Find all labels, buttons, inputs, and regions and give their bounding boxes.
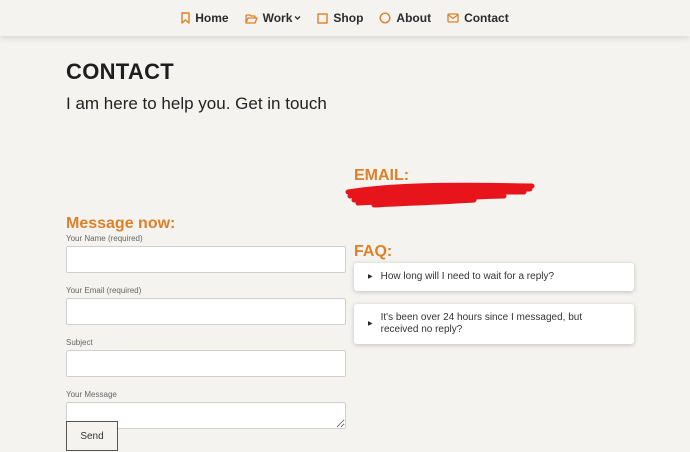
message-label: Your Message [66, 390, 117, 399]
faq-item[interactable]: ▶ How long will I need to wait for a rep… [354, 263, 634, 291]
nav-about-label: About [396, 11, 432, 25]
nav-about[interactable]: About [379, 11, 431, 25]
nav-home-label: Home [195, 11, 229, 25]
contact-form: Your Name (required) Your Email (require… [66, 234, 346, 429]
name-input[interactable] [66, 246, 346, 273]
folder-open-icon [244, 13, 258, 24]
top-nav: Home Work Shop About Contact [0, 0, 690, 36]
triangle-right-icon: ▶ [368, 274, 373, 280]
faq-item[interactable]: ▶ It's been over 24 hours since I messag… [354, 304, 634, 344]
chevron-down-icon [294, 16, 301, 20]
message-heading: Message now: [66, 215, 176, 232]
nav-contact-label: Contact [464, 11, 509, 25]
page-subtitle: I am here to help you. Get in touch [66, 94, 327, 113]
nav-work[interactable]: Work [244, 11, 302, 25]
email-label: Your Email (required) [66, 286, 142, 295]
faq-question: How long will I need to wait for a reply… [380, 271, 555, 282]
subject-label: Subject [66, 338, 93, 347]
name-label: Your Name (required) [66, 234, 143, 243]
page-title: CONTACT [66, 59, 175, 84]
nav-contact[interactable]: Contact [447, 11, 509, 25]
email-input[interactable] [66, 298, 346, 325]
redaction-scribble [345, 182, 535, 208]
faq-question: It's been over 24 hours since I messaged… [380, 312, 583, 335]
subject-input[interactable] [66, 350, 346, 377]
envelope-icon [447, 13, 459, 23]
nav-shop-label: Shop [333, 11, 364, 25]
nav-shop[interactable]: Shop [317, 11, 363, 25]
square-icon [317, 12, 329, 24]
bookmark-icon [181, 12, 190, 24]
nav-work-label: Work [262, 11, 293, 25]
nav-home[interactable]: Home [181, 11, 229, 25]
send-button[interactable]: Send [66, 421, 118, 451]
triangle-right-icon: ▶ [368, 321, 373, 327]
faq-heading: FAQ: [354, 243, 393, 260]
circle-icon [379, 12, 391, 24]
